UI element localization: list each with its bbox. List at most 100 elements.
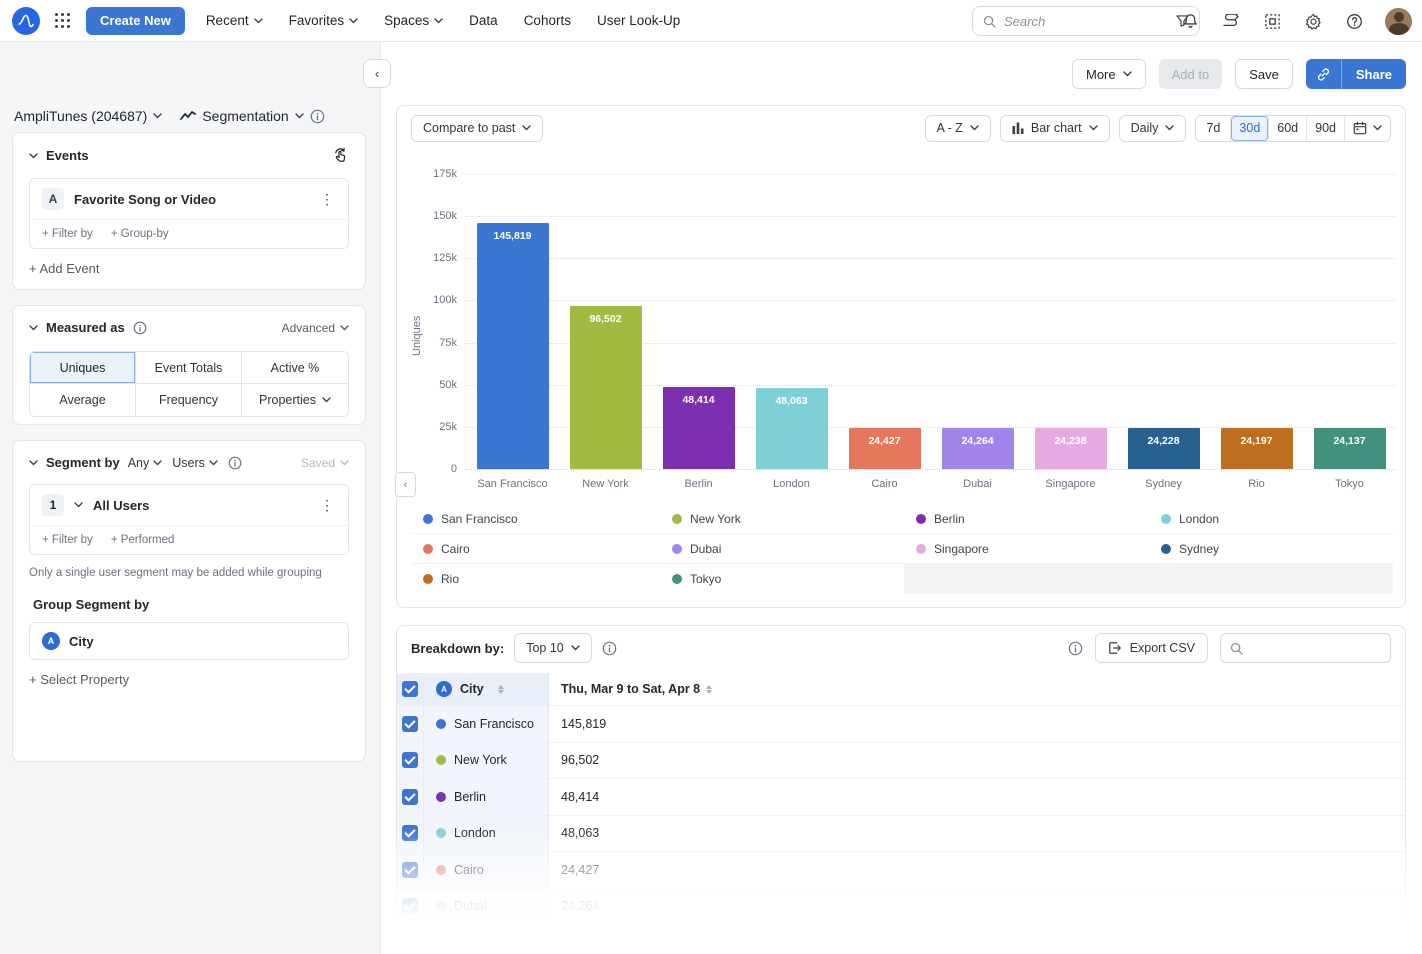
share-button[interactable]: Share <box>1342 59 1406 89</box>
kebab-menu-icon[interactable]: ⋮ <box>318 191 336 208</box>
bar-tokyo[interactable]: 24,137 <box>1314 428 1386 469</box>
collapse-caret-icon[interactable] <box>29 153 38 159</box>
legend-item-london[interactable]: London <box>1149 504 1393 533</box>
collapse-sidebar-button[interactable]: ‹ <box>363 59 391 88</box>
help-icon[interactable] <box>1344 11 1364 31</box>
hand-pointer-icon[interactable] <box>332 147 349 164</box>
nav-item-cohorts[interactable]: Cohorts <box>511 0 584 42</box>
bar-berlin[interactable]: 48,414 <box>663 387 735 469</box>
legend-item-sydney[interactable]: Sydney <box>1149 534 1393 563</box>
amplitude-logo-icon[interactable] <box>12 7 40 35</box>
apps-grid-icon[interactable] <box>54 12 72 30</box>
users-dropdown[interactable]: Users <box>172 456 218 470</box>
info-icon[interactable] <box>1068 641 1083 656</box>
breakdown-search[interactable] <box>1220 633 1391 663</box>
row-checkbox[interactable] <box>402 825 418 841</box>
filter-by-link[interactable]: + Filter by <box>42 534 93 546</box>
info-icon[interactable] <box>133 321 147 335</box>
nav-item-user-look-up[interactable]: User Look-Up <box>584 0 693 42</box>
bar-sydney[interactable]: 24,228 <box>1128 428 1200 469</box>
measured-option-uniques[interactable]: Uniques <box>30 352 136 384</box>
collapse-caret-icon[interactable] <box>29 325 38 331</box>
collapse-caret-icon[interactable] <box>29 460 38 466</box>
search-icon <box>983 15 996 28</box>
bar-london[interactable]: 48,063 <box>756 388 828 469</box>
bar-san-francisco[interactable]: 145,819 <box>477 223 549 469</box>
breakdown-toolbar: Breakdown by: Top 10 Export CSV <box>411 632 1391 664</box>
bar-cairo[interactable]: 24,427 <box>849 428 921 469</box>
legend-item-singapore[interactable]: Singapore <box>904 534 1149 563</box>
event-name[interactable]: Favorite Song or Video <box>74 192 308 207</box>
legend-item-rio[interactable]: Rio <box>411 564 660 594</box>
row-checkbox[interactable] <box>402 716 418 732</box>
legend-item-tokyo[interactable]: Tokyo <box>660 564 904 594</box>
info-icon[interactable] <box>602 641 617 656</box>
legend-label: San Francisco <box>441 512 518 526</box>
city-name: Cairo <box>454 863 484 877</box>
row-checkbox[interactable] <box>402 862 418 878</box>
create-new-button[interactable]: Create New <box>86 7 185 35</box>
performed-link[interactable]: + Performed <box>111 534 175 546</box>
settings-gear-icon[interactable] <box>1303 11 1323 31</box>
nav-item-favorites[interactable]: Favorites <box>276 0 372 42</box>
info-icon[interactable] <box>310 109 325 124</box>
city-header-cell[interactable]: ACity <box>424 673 549 705</box>
bar-new-york[interactable]: 96,502 <box>570 306 642 469</box>
sort-icon[interactable] <box>706 685 712 694</box>
legend-item-cairo[interactable]: Cairo <box>411 534 660 563</box>
legend-item-berlin[interactable]: Berlin <box>904 504 1149 533</box>
copy-link-icon[interactable] <box>1306 59 1342 89</box>
saved-dropdown[interactable]: Saved <box>301 456 349 470</box>
info-icon[interactable] <box>228 456 242 470</box>
measured-option-properties[interactable]: Properties <box>242 384 348 416</box>
more-button[interactable]: More <box>1072 59 1146 89</box>
select-all-checkbox[interactable] <box>402 681 418 697</box>
date-header-cell[interactable]: Thu, Mar 9 to Sat, Apr 8 <box>549 673 1406 705</box>
nav-item-label: Data <box>469 13 498 28</box>
top-n-dropdown[interactable]: Top 10 <box>514 633 592 663</box>
legend-item-dubai[interactable]: Dubai <box>660 534 904 563</box>
row-checkbox[interactable] <box>402 752 418 768</box>
save-button[interactable]: Save <box>1235 59 1293 89</box>
export-csv-button[interactable]: Export CSV <box>1095 633 1208 663</box>
legend-label: Cairo <box>441 542 470 556</box>
breakdown-search-input[interactable] <box>1250 641 1381 655</box>
nav-item-data[interactable]: Data <box>456 0 511 42</box>
row-checkbox[interactable] <box>402 789 418 805</box>
bar-singapore[interactable]: 24,238 <box>1035 428 1107 469</box>
advanced-dropdown[interactable]: Advanced <box>282 321 349 335</box>
global-search-input[interactable] <box>1004 14 1168 29</box>
any-dropdown[interactable]: Any <box>128 456 163 470</box>
bar-rio[interactable]: 24,197 <box>1221 428 1293 469</box>
project-picker[interactable]: AmpliTunes (204687) <box>14 108 162 124</box>
notifications-bell-icon[interactable] <box>1180 11 1200 31</box>
group-by-link[interactable]: + Group-by <box>111 228 169 240</box>
measured-option-frequency[interactable]: Frequency <box>136 384 242 416</box>
legend-item-new-york[interactable]: New York <box>660 504 904 533</box>
kebab-menu-icon[interactable]: ⋮ <box>318 497 336 514</box>
user-avatar[interactable] <box>1385 8 1412 35</box>
sort-icon[interactable] <box>498 685 504 694</box>
measured-option-average[interactable]: Average <box>30 384 136 416</box>
group-property-row[interactable]: A City <box>29 622 349 660</box>
table-row-london: London48,063 <box>397 816 1406 853</box>
value-cell: 24,264 <box>549 889 1406 925</box>
journeys-path-icon[interactable] <box>1221 11 1241 31</box>
measured-option-active-[interactable]: Active % <box>242 352 348 384</box>
filter-by-link[interactable]: + Filter by <box>42 228 93 240</box>
dashed-frame-icon[interactable] <box>1262 11 1282 31</box>
value-text: 48,414 <box>561 790 599 804</box>
chevron-down-icon[interactable] <box>74 502 83 508</box>
add-event-link[interactable]: + Add Event <box>29 261 99 276</box>
view-type-picker[interactable]: Segmentation <box>180 108 303 124</box>
nav-item-recent[interactable]: Recent <box>193 0 276 42</box>
measured-option-event-totals[interactable]: Event Totals <box>136 352 242 384</box>
select-property-link[interactable]: + Select Property <box>29 672 129 687</box>
row-checkbox[interactable] <box>402 898 418 914</box>
chart-scroll-left-button[interactable]: ‹ <box>395 472 416 497</box>
legend-item-san-francisco[interactable]: San Francisco <box>411 504 660 533</box>
nav-item-spaces[interactable]: Spaces <box>371 0 456 42</box>
segment-name[interactable]: All Users <box>93 498 308 513</box>
global-search[interactable] <box>972 6 1200 36</box>
bar-dubai[interactable]: 24,264 <box>942 428 1014 469</box>
